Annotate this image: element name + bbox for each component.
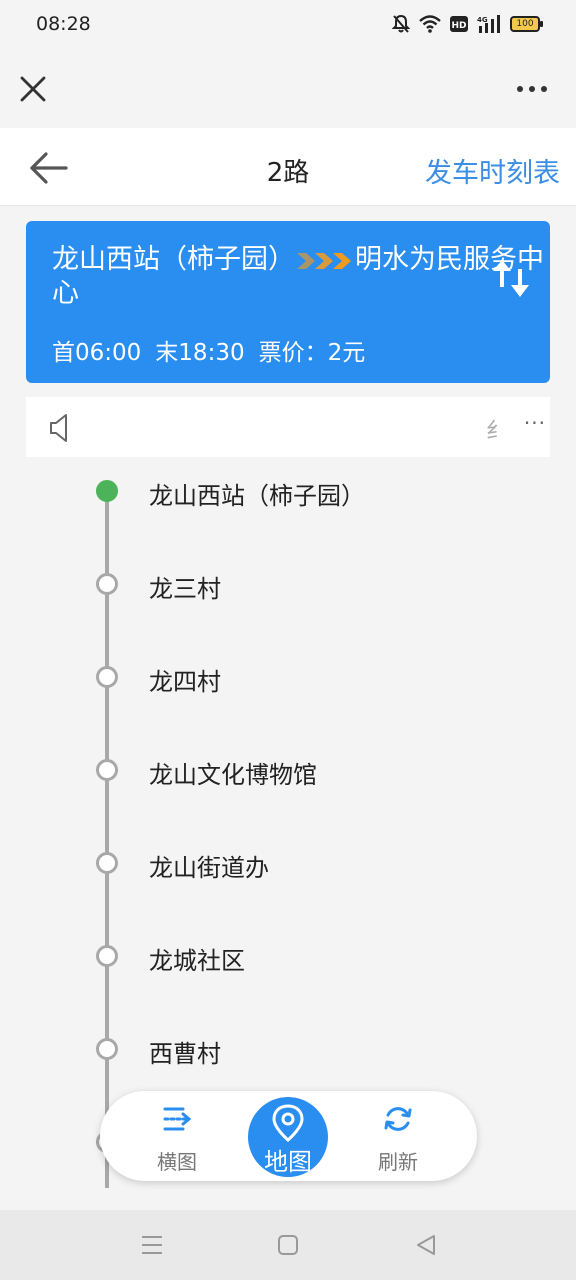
fare: 票价：2元 [258, 340, 366, 366]
stop-name: 龙山街道办 [149, 854, 269, 882]
browser-bar [0, 50, 576, 128]
current-stop-dot [96, 480, 118, 502]
notice-bar[interactable]: 纟 ··· [26, 397, 550, 457]
stop-name: 龙三村 [149, 575, 221, 603]
refresh-button[interactable]: 刷新 [353, 1091, 443, 1181]
stop-item[interactable]: 龙山文化博物馆 [0, 739, 576, 799]
mute-bell-icon [392, 14, 410, 33]
swap-direction-button[interactable] [490, 257, 532, 301]
hd-icon: HD [450, 16, 468, 32]
stop-item[interactable]: 龙山街道办 [0, 832, 576, 892]
schedule-link[interactable]: 发车时刻表 [425, 151, 560, 190]
status-bar: 08:28 HD 4G 100 [0, 0, 576, 50]
status-time: 08:28 [36, 13, 91, 35]
stop-name: 龙山西站（柿子园） [149, 482, 365, 510]
stop-name: 龙山文化博物馆 [149, 761, 317, 789]
direction-arrows-icon [297, 252, 351, 269]
notice-text: 纟 [486, 419, 500, 444]
4g-signal-icon: 4G [477, 15, 500, 33]
horizontal-route-icon [163, 1107, 192, 1131]
stop-dot [96, 1038, 118, 1060]
last-bus-time: 末18:30 [155, 340, 245, 366]
notice-more-button[interactable]: ··· [524, 411, 546, 435]
first-bus-time: 首06:00 [52, 340, 142, 366]
stop-item[interactable]: 龙山西站（柿子园） [0, 460, 576, 520]
horizontal-view-label: 横图 [157, 1150, 197, 1174]
stop-item[interactable]: 龙四村 [0, 646, 576, 706]
horizontal-view-button[interactable]: 横图 [132, 1091, 222, 1181]
refresh-icon [384, 1107, 412, 1131]
status-icons: HD 4G 100 [392, 14, 543, 34]
floating-action-bar: 横图 地图 刷新 [100, 1091, 477, 1181]
stop-list: 龙山西站（柿子园） 龙三村 龙四村 龙山文化博物馆 龙山街道办 龙城社区 西曹村 [0, 458, 576, 1188]
stop-name: 龙四村 [149, 668, 221, 696]
route-origin: 龙山西站（柿子园） [52, 244, 295, 275]
close-icon [20, 76, 46, 102]
map-pin-icon [272, 1104, 304, 1142]
stop-dot [96, 573, 118, 595]
swap-direction-icon [493, 260, 529, 297]
map-label: 地图 [264, 1148, 312, 1176]
route-direction: 龙山西站（柿子园） 明水为民服务中心 [52, 243, 550, 311]
speaker-icon [50, 414, 67, 442]
refresh-label: 刷新 [378, 1150, 418, 1174]
stop-item[interactable]: 龙三村 [0, 553, 576, 613]
stop-dot [96, 945, 118, 967]
stop-name: 西曹村 [149, 1040, 221, 1068]
map-button[interactable]: 地图 [248, 1097, 328, 1177]
more-dots-icon [517, 86, 547, 92]
system-nav-bar [0, 1210, 576, 1280]
stop-dot [96, 759, 118, 781]
back-nav-icon[interactable] [412, 1232, 440, 1258]
wifi-icon [419, 15, 441, 33]
svg-text:4G: 4G [477, 16, 488, 24]
close-button[interactable] [16, 72, 50, 106]
menu-icon[interactable] [138, 1232, 166, 1258]
stop-dot [96, 852, 118, 874]
app-header: 2路 发车时刻表 [0, 128, 576, 206]
stop-name: 龙城社区 [149, 947, 245, 975]
stop-item[interactable]: 西曹村 [0, 1018, 576, 1078]
route-card: 龙山西站（柿子园） 明水为民服务中心 首06:00 末18:30 票价：2元 [26, 221, 550, 383]
svg-text:HD: HD [451, 21, 466, 31]
home-icon[interactable] [274, 1232, 302, 1258]
battery-icon: 100 [510, 16, 543, 32]
more-options-button[interactable] [512, 74, 552, 104]
stop-dot [96, 666, 118, 688]
route-info: 首06:00 末18:30 票价：2元 [52, 333, 379, 367]
stop-item[interactable]: 龙城社区 [0, 925, 576, 985]
